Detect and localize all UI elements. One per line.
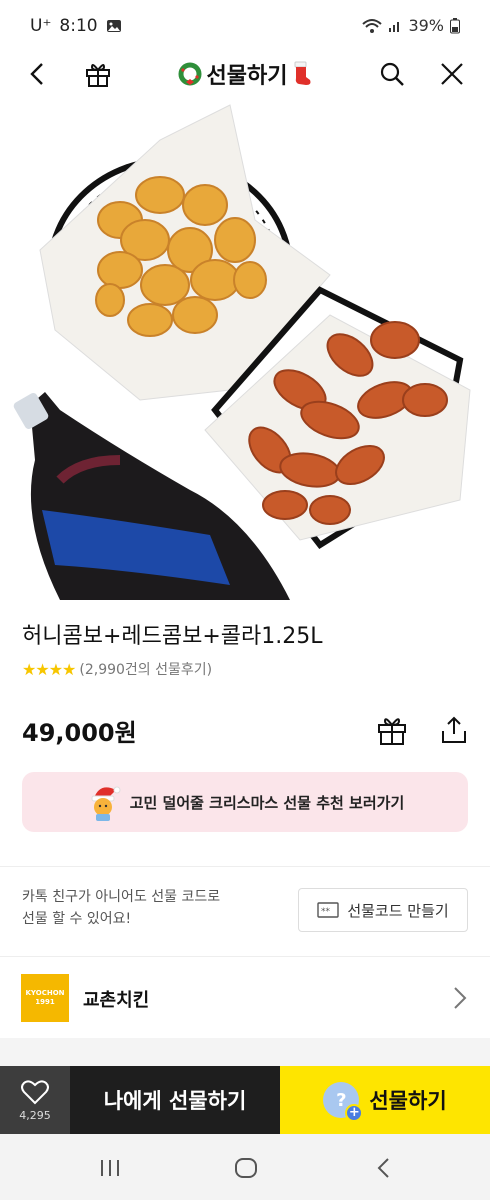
review-count: (2,990건의 선물후기) — [79, 662, 213, 678]
gift-code-line2: 선물 할 수 있어요! — [22, 911, 132, 927]
nav-back-icon — [377, 1158, 389, 1178]
status-left: U⁺ 8:10 — [30, 16, 122, 36]
wifi-icon — [362, 18, 383, 33]
nav-back-button[interactable] — [364, 1152, 404, 1184]
brand-logo-year: 1991 — [35, 998, 55, 1006]
battery-icon — [450, 17, 460, 33]
wishlist-gift-button[interactable] — [372, 710, 412, 750]
product-price: 49,000원 — [22, 719, 137, 747]
promo-text: 고민 덜어줄 크리스마스 선물 추천 보러가기 — [129, 793, 405, 812]
page-title: 선물하기 — [0, 58, 490, 90]
gift-button-label: 선물하기 — [369, 1089, 447, 1113]
stocking-icon — [294, 61, 311, 85]
close-button[interactable] — [434, 56, 470, 92]
product-name: 허니콤보+레드콤보+콜라1.25L — [22, 624, 323, 649]
battery-percent: 39% — [408, 16, 444, 35]
gallery-icon — [106, 20, 121, 32]
rating-stars: ★★★★ — [22, 659, 76, 679]
system-nav-bar — [0, 1134, 490, 1200]
bottom-action-bar: 4,295 나에게 선물하기 ? + 선물하기 — [0, 1066, 490, 1134]
like-count: 4,295 — [19, 1108, 51, 1122]
heart-icon — [21, 1079, 49, 1104]
friend-select-icon: ? + — [323, 1082, 364, 1122]
brand-row[interactable]: KYOCHON 1991 교촌치킨 — [0, 958, 490, 1038]
close-icon — [441, 63, 463, 85]
create-gift-code-label: 선물코드 만들기 — [347, 901, 449, 920]
signal-icon — [389, 21, 400, 32]
gift-product-page: U⁺ 8:10 39% 선물하기 허니콤보+레드콤보+콜라1.25L ★★★★ … — [0, 0, 490, 1200]
gift-box-icon — [378, 718, 406, 745]
home-icon — [235, 1158, 257, 1178]
share-button[interactable] — [434, 710, 474, 750]
recent-apps-icon — [101, 1160, 119, 1176]
santa-character-icon — [91, 786, 121, 821]
recent-apps-button[interactable] — [90, 1152, 130, 1184]
chicken-combo-illustration — [13, 104, 471, 600]
section-gap — [0, 1038, 490, 1066]
rating-row[interactable]: ★★★★ (2,990건의 선물후기) — [22, 659, 212, 679]
christmas-promo-banner[interactable]: 고민 덜어줄 크리스마스 선물 추천 보러가기 — [22, 772, 468, 832]
status-bar: U⁺ 8:10 39% — [0, 0, 490, 52]
carrier-label: U⁺ — [30, 16, 52, 36]
home-button[interactable] — [226, 1152, 266, 1184]
svg-text:**: ** — [321, 907, 331, 917]
create-gift-code-button[interactable]: ** 선물코드 만들기 — [298, 888, 468, 932]
gift-code-icon: ** — [317, 902, 340, 918]
section-divider — [0, 956, 490, 957]
kyochon-logo: KYOCHON 1991 — [21, 974, 69, 1022]
gift-code-line1: 카톡 친구가 아니어도 선물 코드로 — [22, 889, 221, 905]
product-image — [0, 100, 490, 600]
like-button[interactable]: 4,295 — [0, 1066, 70, 1134]
brand-name: 교촌치킨 — [83, 990, 150, 1011]
gift-code-description: 카톡 친구가 아니어도 선물 코드로 선물 할 수 있어요! — [22, 886, 220, 930]
status-right: 39% — [362, 16, 460, 35]
section-divider — [0, 866, 490, 867]
app-header: 선물하기 — [0, 52, 490, 96]
gift-button[interactable]: ? + 선물하기 — [280, 1066, 490, 1134]
search-button[interactable] — [374, 56, 410, 92]
wreath-icon — [178, 62, 202, 86]
share-icon — [442, 716, 466, 743]
gift-to-self-button[interactable]: 나에게 선물하기 — [70, 1066, 280, 1134]
page-title-text: 선물하기 — [206, 64, 288, 89]
brand-logo-text: KYOCHON — [25, 989, 65, 997]
chevron-right-icon — [454, 987, 467, 1009]
search-icon — [380, 62, 404, 86]
status-time: 8:10 — [59, 16, 98, 36]
